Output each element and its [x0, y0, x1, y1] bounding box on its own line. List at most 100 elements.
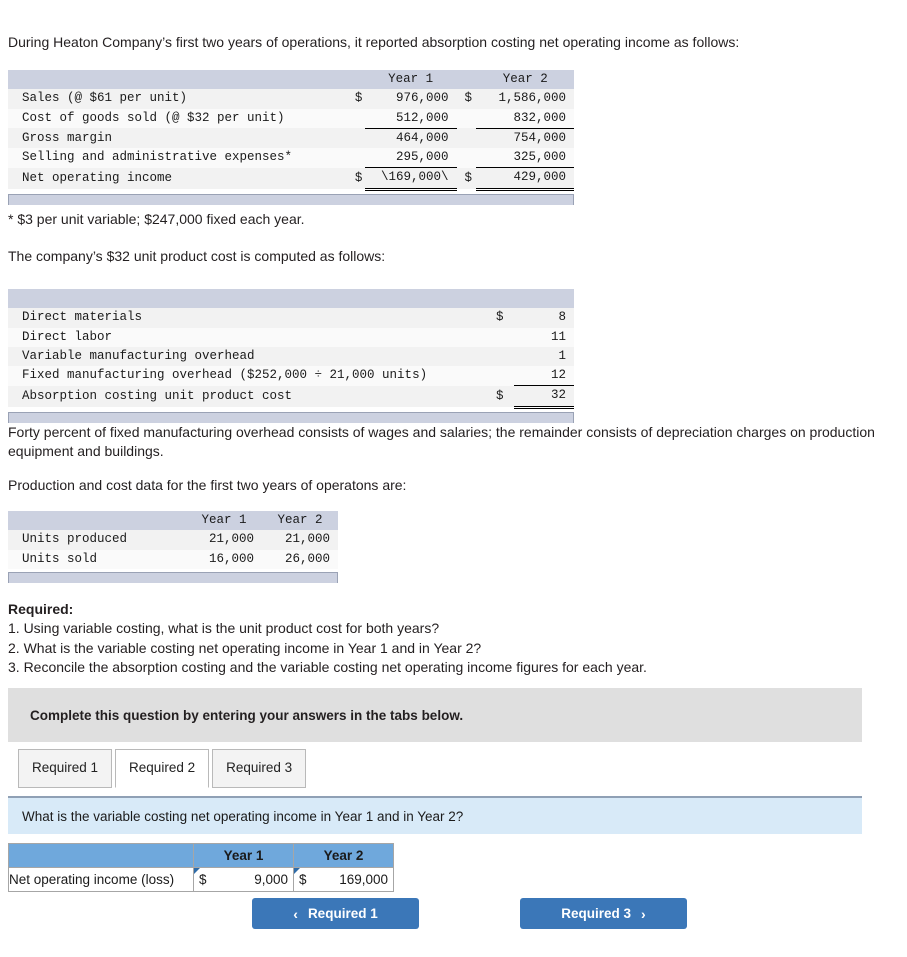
net-operating-income-year2-input[interactable]: $ 169,000 — [293, 867, 394, 892]
income-row-y1-value: \169,000\ — [364, 167, 457, 191]
table-row: Net operating income (loss) $ 9,000 $ 16… — [8, 867, 394, 892]
income-row-y2-value: 429,000 — [476, 167, 574, 191]
answer-header-row: Year 1 Year 2 — [8, 843, 394, 868]
production-table-body: Units produced 21,000 21,000 Units sold … — [8, 530, 338, 569]
answer-row-label: Net operating income (loss) — [8, 867, 194, 892]
unitcost-row-value: 8 — [514, 308, 574, 328]
next-required-3-button[interactable]: Required 3 › — [520, 898, 687, 929]
absorption-income-table: Year 1 Year 2 Sales (@ $61 per unit) $ 9… — [8, 70, 574, 205]
required-item-3: 3. Reconcile the absorption costing and … — [8, 658, 647, 675]
income-row-y1-value: 464,000 — [364, 128, 457, 148]
unitcost-row-currency — [488, 366, 514, 386]
answer-table: Year 1 Year 2 Net operating income (loss… — [8, 843, 394, 892]
tab-required-1[interactable]: Required 1 — [18, 749, 113, 788]
tab-bar: Required 1 Required 2 Required 3 — [18, 749, 309, 788]
unitcost-header-value — [514, 289, 574, 309]
navigation-buttons: ‹ Required 1 Required 3 › — [252, 898, 687, 929]
year2-currency: $ — [299, 872, 307, 887]
answer-table-wrap: Year 1 Year 2 Net operating income (loss… — [8, 843, 394, 892]
income-header-row: Year 1 Year 2 — [8, 70, 574, 90]
unitcost-row-value: 32 — [514, 385, 574, 409]
production-header-year1: Year 1 — [186, 511, 262, 531]
net-operating-income-year1-input[interactable]: $ 9,000 — [193, 867, 294, 892]
income-table-body: Sales (@ $61 per unit) $ 976,000 $ 1,586… — [8, 89, 574, 191]
prev-required-1-button[interactable]: ‹ Required 1 — [252, 898, 419, 929]
production-row-y2: 26,000 — [262, 549, 338, 569]
answer-header-year1: Year 1 — [193, 843, 294, 868]
tab-required-3[interactable]: Required 3 — [212, 749, 307, 788]
intro-paragraph: During Heaton Company’s first two years … — [8, 34, 740, 50]
income-row-y1-currency — [346, 128, 365, 148]
income-row-y1-currency — [346, 108, 365, 129]
production-table-head: Year 1 Year 2 — [8, 511, 338, 531]
table-row: Absorption costing unit product cost $ 3… — [8, 385, 574, 409]
unitcost-row-value: 12 — [514, 366, 574, 387]
unitcost-table: Direct materials $ 8 Direct labor 11 Var… — [8, 289, 574, 409]
tab-required-2[interactable]: Required 2 — [115, 749, 210, 788]
unitcost-row-label: Variable manufacturing overhead — [8, 346, 488, 366]
income-row-y2-value: 325,000 — [476, 148, 574, 169]
income-header-blank — [8, 70, 347, 90]
income-row-y1-currency — [346, 148, 365, 168]
year1-currency: $ — [199, 872, 207, 887]
table-row: Units sold 16,000 26,000 — [8, 549, 338, 569]
production-row-label: Units sold — [8, 549, 186, 569]
income-row-y2-currency — [456, 108, 477, 129]
unitcost-row-label: Fixed manufacturing overhead ($252,000 ÷… — [8, 366, 488, 386]
required-block: Required: 1. Using variable costing, wha… — [8, 600, 808, 677]
unitcost-header-cur — [488, 289, 514, 309]
question-bar-text: What is the variable costing net operati… — [22, 808, 464, 824]
next-button-label: Required 3 — [561, 906, 632, 921]
production-table-footer-bar — [8, 571, 338, 583]
income-table: Year 1 Year 2 Sales (@ $61 per unit) $ 9… — [8, 70, 574, 191]
income-row-label: Sales (@ $61 per unit) — [8, 89, 347, 109]
chevron-right-icon: › — [641, 905, 646, 922]
question-bar: What is the variable costing net operati… — [8, 798, 862, 834]
table-row: Direct materials $ 8 — [8, 308, 574, 328]
income-header-year1: Year 1 — [364, 70, 457, 90]
income-row-y2-currency — [456, 148, 477, 168]
production-header-row: Year 1 Year 2 — [8, 511, 338, 531]
income-header-year2: Year 2 — [476, 70, 574, 90]
unitcost-intro-text: The company’s $32 unit product cost is c… — [8, 248, 386, 264]
unitcost-header-row — [8, 289, 574, 309]
production-row-y1: 16,000 — [186, 549, 262, 569]
required-title: Required: — [8, 601, 74, 617]
table-row: Selling and administrative expenses* 295… — [8, 148, 574, 169]
unit-product-cost-table: Direct materials $ 8 Direct labor 11 Var… — [8, 289, 574, 423]
unitcost-table-body: Direct materials $ 8 Direct labor 11 Var… — [8, 308, 574, 409]
income-row-y2-currency — [456, 128, 477, 148]
income-row-y1-currency: $ — [346, 167, 365, 189]
footnote-text: * $3 per unit variable; $247,000 fixed e… — [8, 211, 305, 227]
table-row: Direct labor 11 — [8, 327, 574, 347]
income-row-y1-value: 295,000 — [364, 148, 457, 169]
unitcost-row-value: 11 — [514, 327, 574, 347]
forty-percent-paragraph: Forty percent of fixed manufacturing ove… — [8, 424, 875, 459]
income-row-y2-value: 754,000 — [476, 128, 574, 148]
income-row-y1-currency: $ — [346, 89, 365, 109]
year2-value: 169,000 — [339, 872, 388, 887]
income-row-y2-value: 832,000 — [476, 108, 574, 129]
unitcost-row-currency — [488, 327, 514, 347]
income-row-label: Cost of goods sold (@ $32 per unit) — [8, 108, 347, 129]
production-table: Year 1 Year 2 Units produced 21,000 21,0… — [8, 511, 338, 569]
required-item-1: 1. Using variable costing, what is the u… — [8, 620, 440, 637]
income-table-footer-bar — [8, 193, 574, 205]
table-row: Sales (@ $61 per unit) $ 976,000 $ 1,586… — [8, 89, 574, 109]
income-row-y1-value: 512,000 — [364, 108, 457, 129]
unitcost-row-currency: $ — [488, 308, 514, 328]
chevron-left-icon: ‹ — [293, 905, 298, 922]
table-row: Net operating income $ \169,000\ $ 429,0… — [8, 167, 574, 191]
production-row-y2: 21,000 — [262, 530, 338, 550]
table-row: Units produced 21,000 21,000 — [8, 530, 338, 550]
answer-table-head: Year 1 Year 2 — [8, 843, 394, 868]
income-row-label: Gross margin — [8, 128, 347, 148]
table-row: Variable manufacturing overhead 1 — [8, 346, 574, 366]
production-data-table: Year 1 Year 2 Units produced 21,000 21,0… — [8, 511, 338, 583]
answer-header-blank — [8, 843, 194, 868]
income-row-label: Net operating income — [8, 167, 347, 189]
income-row-y1-value: 976,000 — [364, 89, 457, 109]
production-header-year2: Year 2 — [262, 511, 338, 531]
production-intro-text: Production and cost data for the first t… — [8, 477, 407, 493]
answer-header-year2: Year 2 — [293, 843, 394, 868]
